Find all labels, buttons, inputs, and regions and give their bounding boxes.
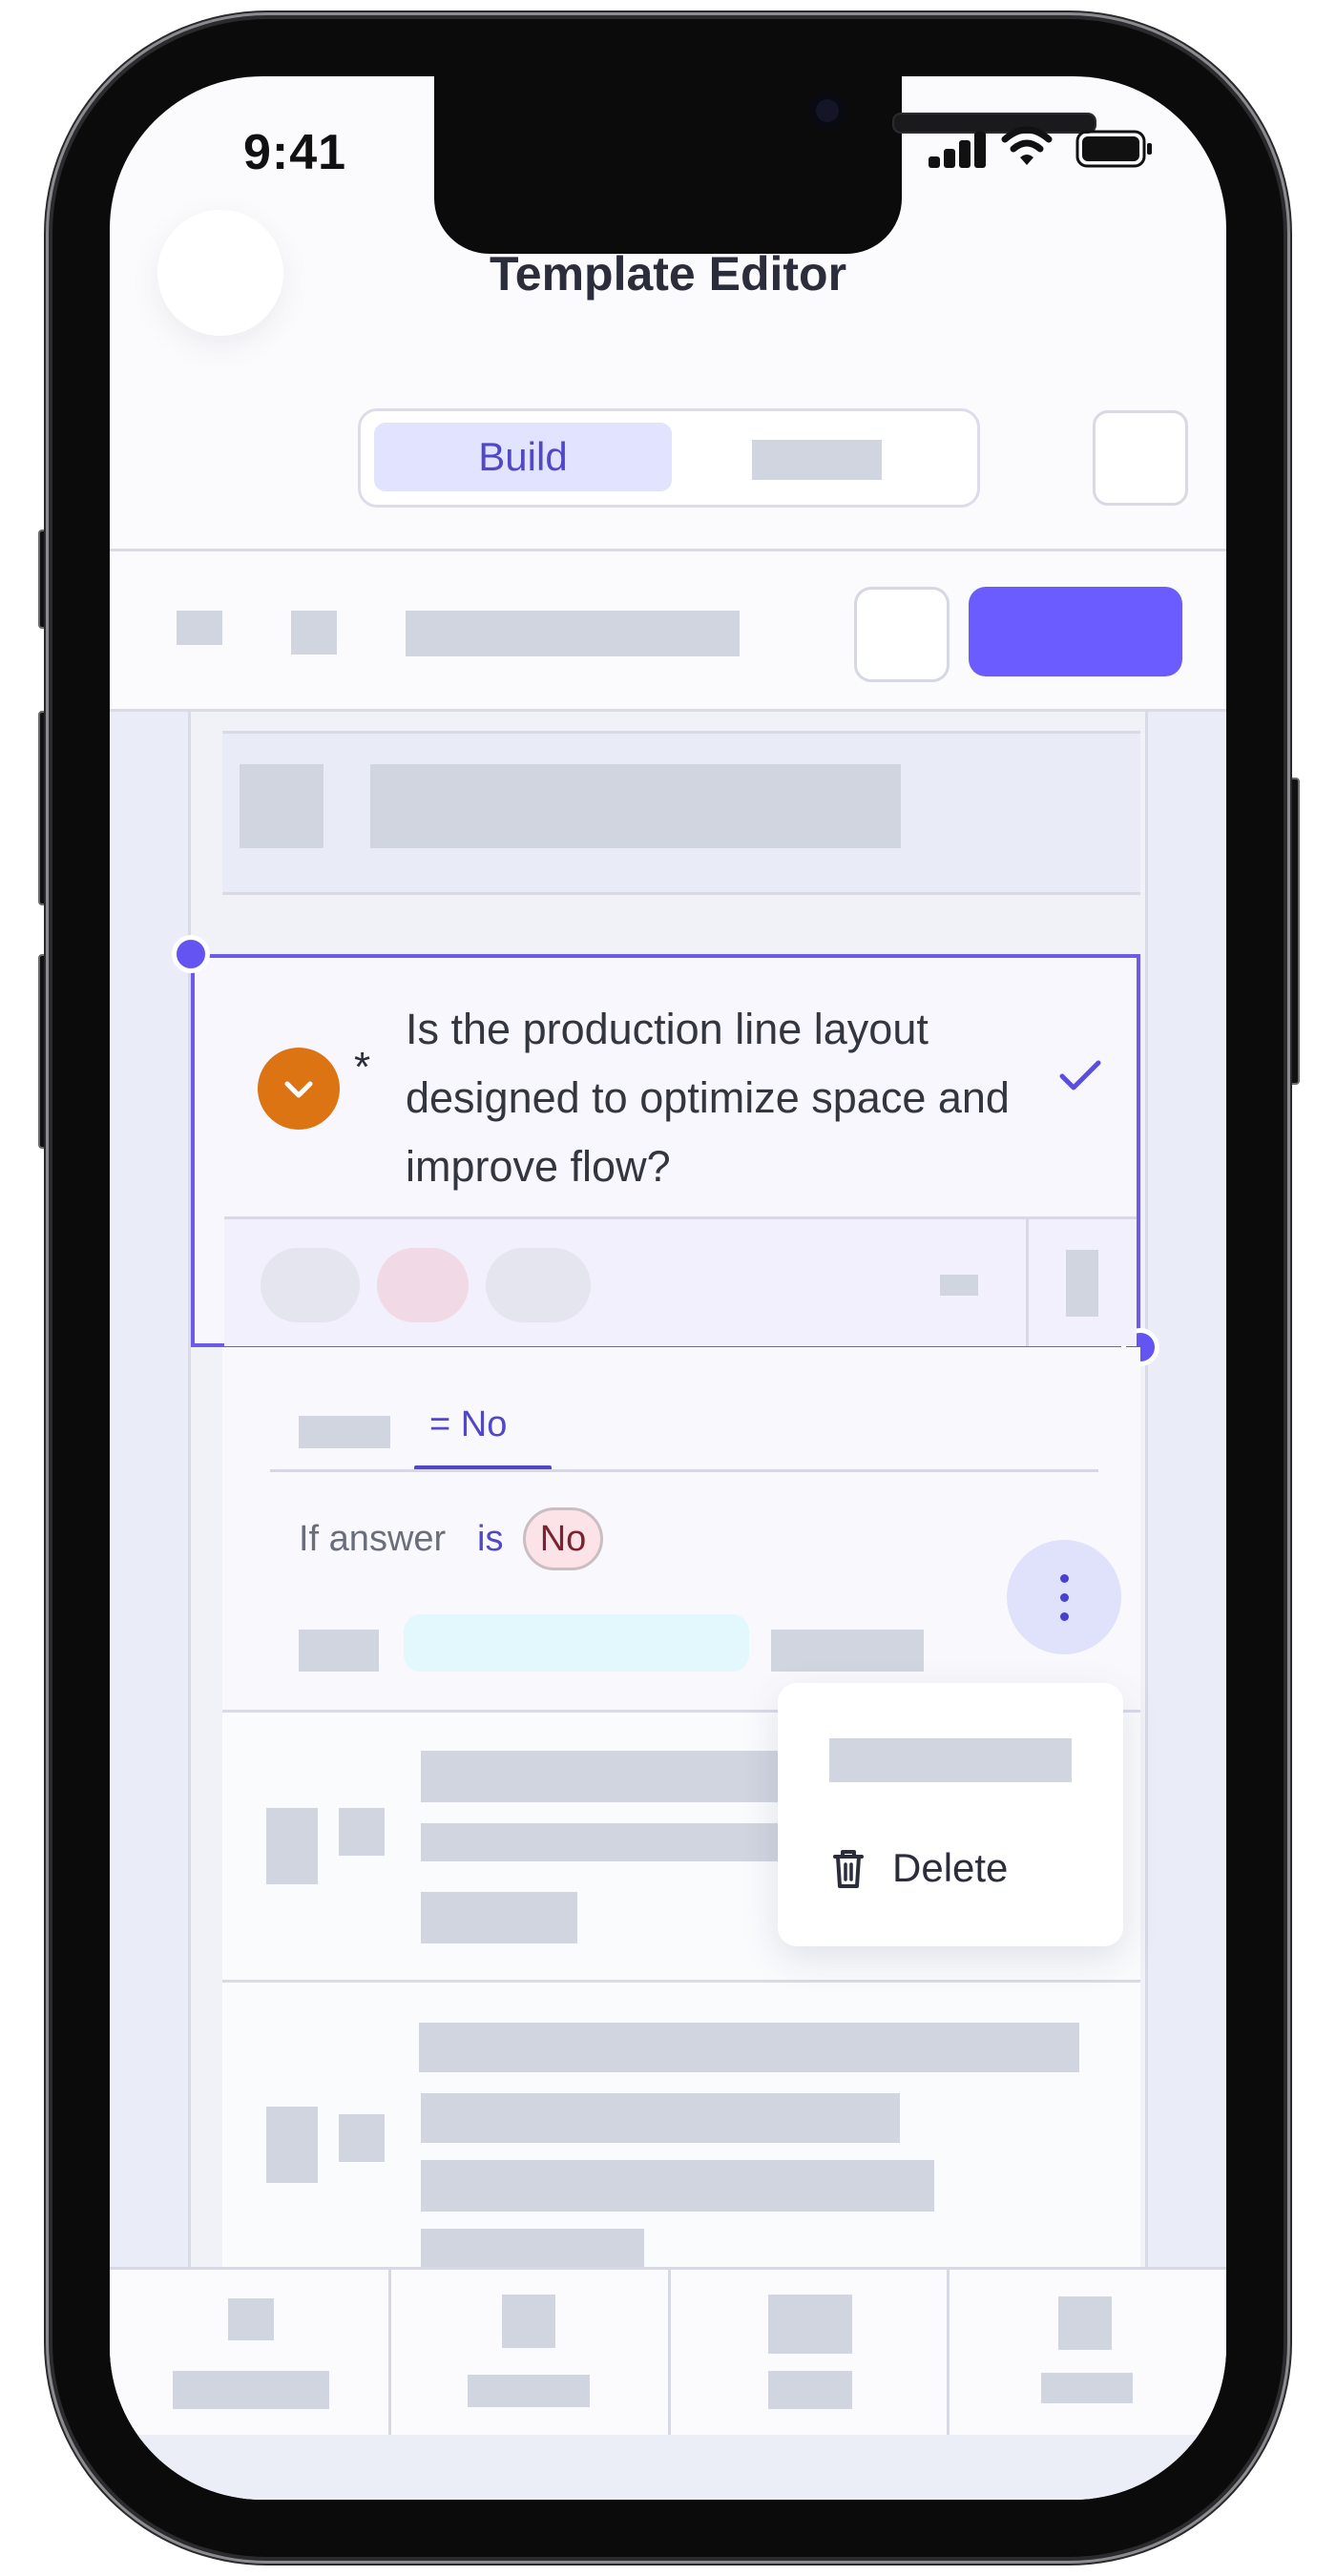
previous-item[interactable]: [222, 731, 1140, 895]
front-camera: [808, 92, 846, 130]
rule-target-chip[interactable]: [404, 1614, 749, 1672]
logic-tab-placeholder[interactable]: [299, 1416, 390, 1448]
question-card-handle: [266, 2107, 318, 2183]
option-pill-2[interactable]: [377, 1248, 469, 1322]
rule-value-chip[interactable]: No: [523, 1507, 603, 1570]
question-card[interactable]: [222, 1983, 1140, 2280]
bottom-tab-bar: [110, 2267, 1226, 2441]
question-card-number: [339, 2114, 385, 2162]
response-options-row: [224, 1216, 1137, 1346]
signal-icon: [929, 132, 988, 168]
bottom-tab-3-icon: [768, 2295, 852, 2354]
question-card-line: [421, 2093, 900, 2143]
question-card-handle: [266, 1808, 318, 1884]
speaker-grille: [892, 113, 1096, 134]
toolbar-secondary-button[interactable]: [854, 587, 950, 682]
row-divider: [1026, 1219, 1029, 1346]
bottom-tab-2-label: [468, 2375, 590, 2407]
bottom-tab-4[interactable]: [950, 2270, 1226, 2438]
collapse-toggle[interactable]: [258, 1048, 340, 1130]
check-icon[interactable]: [1056, 1055, 1106, 1093]
wifi-icon: [1001, 126, 1053, 165]
bottom-tab-2-icon: [502, 2295, 555, 2348]
more-options-button[interactable]: [1007, 1540, 1121, 1654]
question-card-line: [421, 2160, 934, 2212]
trash-icon: [833, 1850, 864, 1888]
question-card-number: [339, 1808, 385, 1856]
question-text[interactable]: Is the production line layout designed t…: [406, 995, 1026, 1201]
status-time: 9:41: [243, 125, 347, 180]
bottom-tab-4-label: [1041, 2373, 1133, 2403]
previous-item-icon: [240, 764, 324, 848]
toolbar-label: [406, 611, 740, 656]
context-menu: Delete: [778, 1683, 1123, 1946]
rule-detail-placeholder: [771, 1630, 924, 1672]
home-indicator-area: [110, 2435, 1226, 2500]
silent-switch: [38, 530, 53, 629]
rule-prefix: If answer: [299, 1519, 447, 1559]
resize-handle-top-left[interactable]: [172, 935, 210, 973]
toolbar-item-2[interactable]: [291, 611, 337, 654]
toolbar-primary-button[interactable]: [969, 587, 1182, 676]
delete-menu-item[interactable]: Delete: [778, 1826, 1123, 1918]
more-vertical-icon: [1007, 1540, 1121, 1654]
question-card-line: [421, 1751, 803, 1802]
rule-operator[interactable]: is: [477, 1519, 503, 1560]
mode-segmented-control: Build: [358, 408, 980, 508]
chevron-down-icon: [284, 1081, 313, 1098]
option-count: [940, 1275, 978, 1296]
page-title: Template Editor: [489, 247, 847, 301]
menu-item-placeholder[interactable]: [829, 1738, 1072, 1782]
build-tab[interactable]: Build: [374, 423, 672, 491]
bottom-tab-3-label: [768, 2371, 852, 2409]
tab-divider: [270, 1469, 1098, 1472]
battery-icon: [1075, 130, 1152, 168]
previous-item-text: [370, 764, 901, 848]
volume-down-button: [38, 954, 53, 1149]
required-marker: *: [354, 1044, 371, 1091]
bottom-tab-1-label: [173, 2371, 329, 2409]
rule-action-placeholder: [299, 1630, 379, 1672]
bottom-tab-1-icon: [228, 2298, 274, 2340]
header-action-button[interactable]: [1093, 410, 1188, 506]
question-card-line: [419, 2023, 1079, 2072]
volume-up-button: [38, 711, 53, 905]
bottom-tab-1[interactable]: [110, 2270, 388, 2438]
bottom-tab-2[interactable]: [391, 2270, 668, 2438]
question-card-meta: [421, 1892, 577, 1943]
bottom-tab-4-icon: [1058, 2296, 1112, 2350]
notch: [434, 76, 1096, 254]
toolbar-item-1[interactable]: [177, 611, 222, 645]
bottom-tab-3[interactable]: [671, 2270, 947, 2438]
header-divider: [110, 549, 1226, 551]
option-pill-3[interactable]: [486, 1248, 591, 1322]
power-button: [1284, 778, 1300, 1085]
delete-label: Delete: [892, 1845, 1009, 1890]
row-handle[interactable]: [1066, 1250, 1098, 1317]
second-tab[interactable]: [752, 440, 882, 480]
condition-tab[interactable]: = No: [429, 1404, 507, 1445]
question-card-line: [421, 1823, 803, 1861]
phone-screen: 9:41 Template Editor Build * Is the prod…: [110, 76, 1226, 2500]
option-pill-1[interactable]: [261, 1248, 360, 1322]
